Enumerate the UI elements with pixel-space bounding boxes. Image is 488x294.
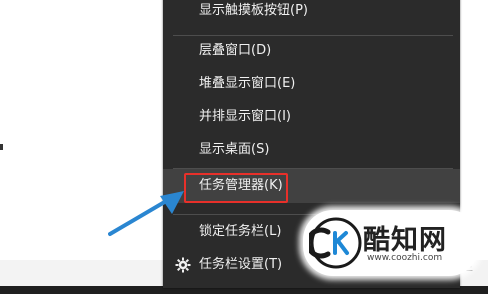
menu-item-label: 锁定任务栏(L) <box>199 224 282 239</box>
menu-item-show-windows-side-by-side[interactable]: 并排显示窗口(I) <box>163 100 460 134</box>
menu-item-label: 显示触摸板按钮(P) <box>199 3 308 18</box>
menu-item-label: 显示桌面(S) <box>199 142 270 157</box>
menu-item-label: 层叠窗口(D) <box>199 43 272 58</box>
gear-icon <box>175 257 191 273</box>
background-mark <box>0 144 3 150</box>
menu-item-label: 堆叠显示窗口(E) <box>199 76 296 91</box>
menu-item-label: 并排显示窗口(I) <box>199 109 291 124</box>
watermark: 酷知网 www.coozhi.com <box>303 210 479 276</box>
menu-item-show-touchpad-button[interactable]: 显示触摸板按钮(P) <box>163 0 460 28</box>
watermark-title: 酷知网 <box>363 225 447 256</box>
annotation-arrow-icon <box>108 191 184 236</box>
watermark-url: www.coozhi.com <box>367 253 443 263</box>
annotation-highlight-box <box>184 173 288 203</box>
coozhi-logo-icon <box>309 217 362 269</box>
menu-item-show-desktop[interactable]: 显示桌面(S) <box>163 133 460 167</box>
menu-item-cascade-windows[interactable]: 层叠窗口(D) <box>163 34 460 68</box>
menu-item-show-windows-stacked[interactable]: 堆叠显示窗口(E) <box>163 67 460 101</box>
menu-item-label: 任务栏设置(T) <box>199 257 283 272</box>
